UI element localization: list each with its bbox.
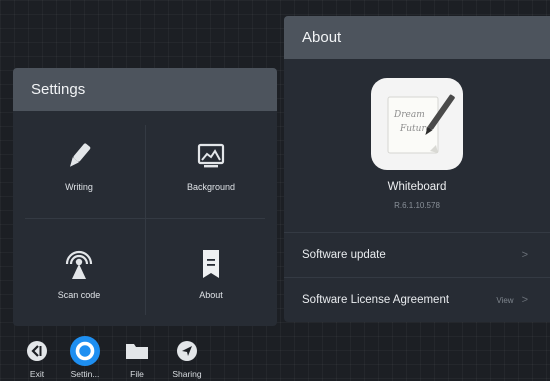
chevron-right-icon: > <box>521 294 528 306</box>
taskbar-label: Exit <box>29 369 45 379</box>
taskbar: Exit Settin... File Sharing <box>14 332 210 381</box>
chevron-right-icon: > <box>521 249 528 261</box>
settings-item-label: Writing <box>65 181 93 192</box>
broadcast-icon <box>61 246 97 282</box>
taskbar-sharing[interactable]: Sharing <box>165 332 209 381</box>
app-icon-text: Dream <box>393 110 425 120</box>
about-title: About <box>284 16 550 59</box>
app-version: R.6.1.10.578 <box>394 201 440 210</box>
settings-item-label: Scan code <box>57 289 101 300</box>
taskbar-exit[interactable]: Exit <box>15 332 59 381</box>
settings-panel: Settings Writing Background Scan code Ab… <box>13 68 277 326</box>
settings-grid: Writing Background Scan code About <box>13 111 277 326</box>
settings-icon <box>69 335 101 367</box>
taskbar-label: Sharing <box>172 369 202 379</box>
taskbar-label: File <box>130 369 144 379</box>
settings-item-scan-code[interactable]: Scan code <box>13 219 145 326</box>
license-agreement-row[interactable]: Software License Agreement View > <box>284 278 550 322</box>
software-update-row[interactable]: Software update > <box>284 233 550 277</box>
settings-title: Settings <box>13 68 277 111</box>
taskbar-settings[interactable]: Settin... <box>63 332 107 381</box>
settings-item-label: Background <box>186 181 236 192</box>
whiteboard-app-icon: Dream Future <box>371 78 463 170</box>
app-name: Whiteboard <box>387 181 447 193</box>
image-icon <box>193 138 229 174</box>
row-label: Software License Agreement <box>302 294 450 306</box>
taskbar-file[interactable]: File <box>115 332 159 381</box>
settings-item-background[interactable]: Background <box>145 111 277 218</box>
row-label: Software update <box>302 249 386 261</box>
taskbar-label: Settin... <box>70 369 100 379</box>
brush-icon <box>61 138 97 174</box>
document-icon <box>193 246 229 282</box>
exit-icon <box>24 338 50 364</box>
send-icon <box>174 338 200 364</box>
about-panel: About Dream Future Whiteboard R.6.1.10.5… <box>284 16 550 322</box>
folder-icon <box>124 338 150 364</box>
settings-item-about[interactable]: About <box>145 219 277 326</box>
settings-item-label: About <box>199 289 223 300</box>
settings-item-writing[interactable]: Writing <box>13 111 145 218</box>
view-link[interactable]: View <box>496 296 513 305</box>
